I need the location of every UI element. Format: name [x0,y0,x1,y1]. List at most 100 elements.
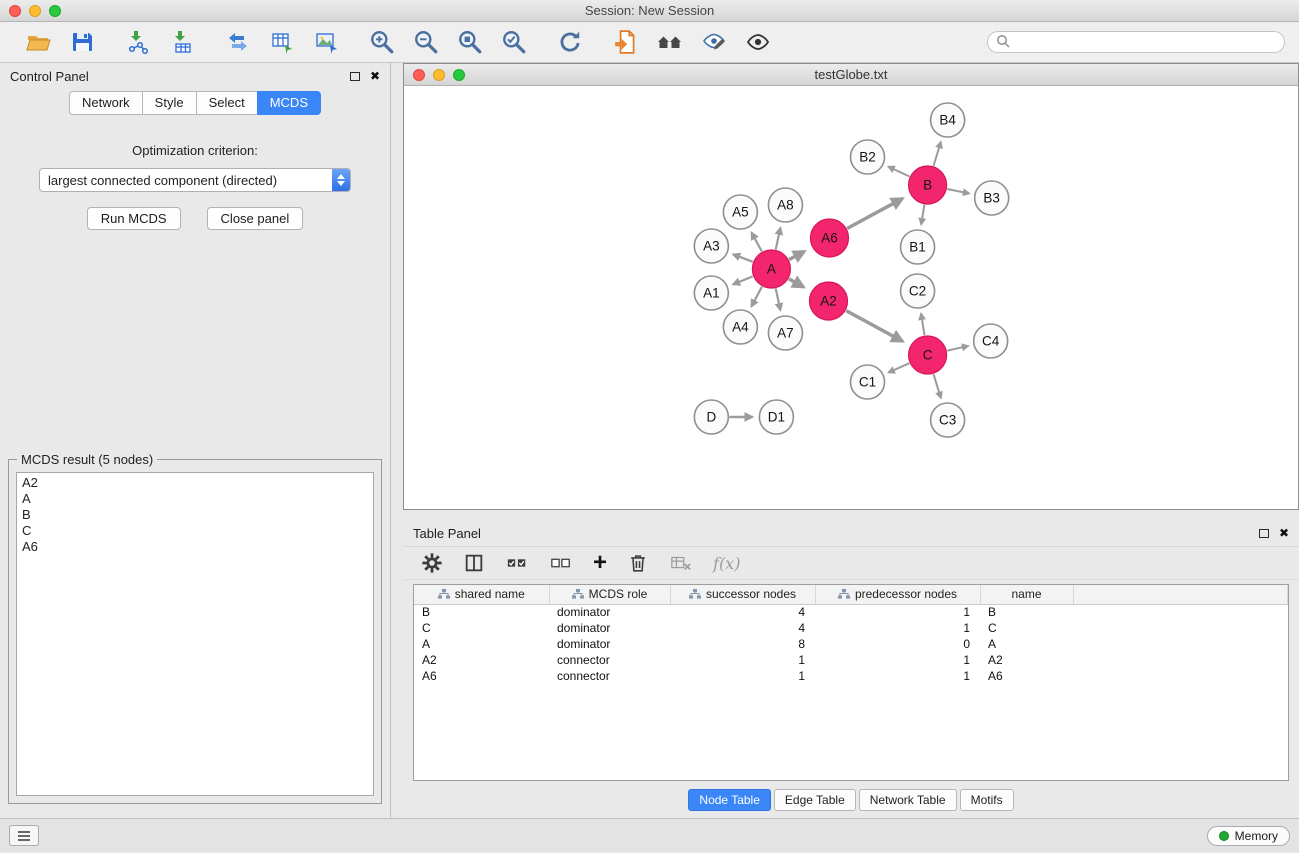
network-edge-A-A3[interactable] [733,254,753,261]
table-row[interactable]: Adominator80A [414,636,1288,652]
network-node-A2[interactable]: A2 [809,282,847,320]
table-row[interactable]: Bdominator41B [414,604,1288,620]
network-edge-A-A1[interactable] [733,276,753,284]
network-node-B[interactable]: B [909,166,947,204]
zoom-selected-icon[interactable] [500,28,528,56]
memory-button[interactable]: Memory [1207,826,1290,846]
column-header-name[interactable]: name [980,585,1073,604]
network-edge-B-B3[interactable] [947,189,969,194]
tab-motifs[interactable]: Motifs [960,789,1014,811]
network-node-C[interactable]: C [909,336,947,374]
close-panel-button[interactable]: Close panel [207,207,304,230]
mcds-result-item[interactable]: A6 [22,539,368,555]
refresh-icon[interactable] [556,28,584,56]
import-table-icon[interactable] [168,28,196,56]
import-network-icon[interactable] [124,28,152,56]
network-canvas[interactable]: B4B2BB3A5A8A6B1A3AA1C2A2A4A7C4CC1DD1C3 [404,86,1298,509]
save-session-icon[interactable] [68,28,96,56]
column-header-shared-name[interactable]: shared name [414,585,549,604]
minimize-window-button[interactable] [29,5,41,17]
tab-select[interactable]: Select [196,91,257,115]
table-row[interactable]: A2connector11A2 [414,652,1288,668]
float-panel-icon[interactable] [350,72,360,81]
deselect-all-icon[interactable] [549,550,573,576]
search-input[interactable] [1015,35,1276,49]
eye-pencil-icon[interactable] [700,28,728,56]
network-edge-A-A5[interactable] [751,233,761,252]
network-node-A6[interactable]: A6 [810,219,848,257]
network-edge-A-A7[interactable] [776,289,781,311]
zoom-in-icon[interactable] [368,28,396,56]
tab-edge-table[interactable]: Edge Table [774,789,856,811]
close-table-panel-icon[interactable]: ✖ [1279,527,1289,539]
tab-network[interactable]: Network [69,91,142,115]
mcds-result-item[interactable]: A2 [22,475,368,491]
zoom-window-button[interactable] [49,5,61,17]
open-session-icon[interactable] [24,28,52,56]
optimization-criterion-dropdown[interactable]: largest connected component (directed) [39,168,351,192]
mcds-result-list[interactable]: A2ABCA6 [16,472,374,796]
network-edge-C-C1[interactable] [888,363,909,372]
column-header-predecessor-nodes[interactable]: predecessor nodes [815,585,980,604]
task-history-button[interactable] [9,825,39,846]
network-edge-B-B4[interactable] [933,142,940,166]
zoom-fit-icon[interactable] [456,28,484,56]
run-mcds-button[interactable]: Run MCDS [87,207,181,230]
network-node-A[interactable]: A [752,250,790,288]
float-table-panel-icon[interactable] [1259,529,1269,538]
eye-icon[interactable] [744,28,772,56]
network-edge-C-C4[interactable] [947,346,968,351]
network-node-A1[interactable]: A1 [694,276,728,310]
close-window-button[interactable] [9,5,21,17]
column-header-mcds-role[interactable]: MCDS role [549,585,670,604]
network-edge-A-A2[interactable] [789,279,804,287]
show-columns-icon[interactable] [463,550,485,576]
network-edge-A-A6[interactable] [789,251,804,259]
network-node-A3[interactable]: A3 [694,229,728,263]
add-column-icon[interactable]: + [593,550,607,576]
function-builder-icon[interactable]: f(x) [713,550,740,576]
column-header-successor-nodes[interactable]: successor nodes [670,585,815,604]
select-all-icon[interactable] [505,550,529,576]
network-node-C4[interactable]: C4 [974,324,1008,358]
network-node-D[interactable]: D [694,400,728,434]
network-edge-A-A4[interactable] [751,287,762,307]
network-close-button[interactable] [413,69,425,81]
network-node-A5[interactable]: A5 [723,195,757,229]
tab-network-table[interactable]: Network Table [859,789,957,811]
network-edge-B-B2[interactable] [888,167,909,177]
close-panel-icon[interactable]: ✖ [370,70,380,82]
network-zoom-button[interactable] [453,69,465,81]
network-node-B1[interactable]: B1 [901,230,935,264]
network-edge-C-C3[interactable] [933,374,940,398]
network-edge-A6-B[interactable] [847,199,902,229]
network-node-D1[interactable]: D1 [759,400,793,434]
network-edge-C-C2[interactable] [921,314,924,336]
node-table-container[interactable]: shared name MCDS role successor nodes pr… [413,584,1289,781]
table-settings-gear-icon[interactable] [421,550,443,576]
tab-mcds[interactable]: MCDS [257,91,321,115]
network-edge-A2-C[interactable] [846,311,903,342]
network-node-B3[interactable]: B3 [975,181,1009,215]
delete-table-icon[interactable] [669,550,693,576]
network-edge-A-A8[interactable] [776,228,781,250]
mcds-result-item[interactable]: A [22,491,368,507]
network-arrows-icon[interactable] [224,28,252,56]
network-node-B4[interactable]: B4 [931,103,965,137]
network-node-B2[interactable]: B2 [850,140,884,174]
zoom-out-icon[interactable] [412,28,440,56]
network-edge-B-B1[interactable] [921,205,924,225]
mcds-result-item[interactable]: B [22,507,368,523]
table-row[interactable]: A6connector11A6 [414,668,1288,684]
network-node-C3[interactable]: C3 [931,403,965,437]
search-box[interactable] [987,31,1285,53]
network-node-C2[interactable]: C2 [901,274,935,308]
network-node-C1[interactable]: C1 [850,365,884,399]
tab-style[interactable]: Style [142,91,196,115]
mcds-result-item[interactable]: C [22,523,368,539]
network-node-A8[interactable]: A8 [768,188,802,222]
network-node-A7[interactable]: A7 [768,316,802,350]
delete-column-icon[interactable] [627,550,649,576]
tab-node-table[interactable]: Node Table [688,789,771,811]
export-image-icon[interactable] [312,28,340,56]
